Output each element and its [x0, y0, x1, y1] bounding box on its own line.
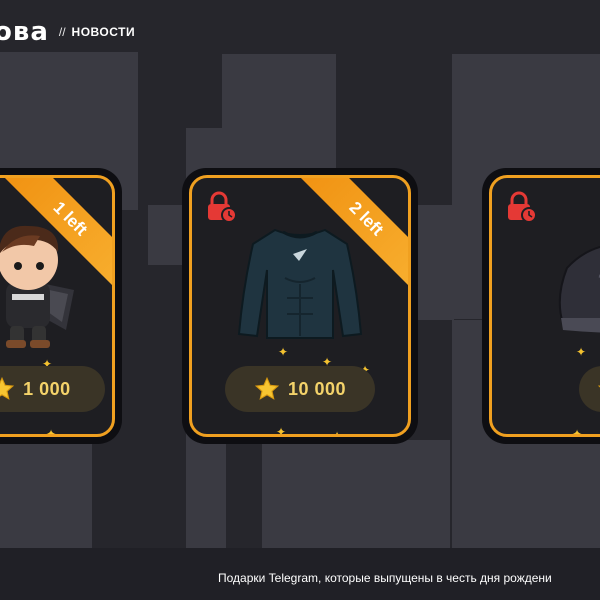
star-icon — [254, 376, 280, 400]
gift-card: 1 left ✦ ✦ ✦ — [0, 168, 122, 444]
sparkle-icon: ✦ — [572, 427, 583, 437]
sparkle-icon: ✦ — [46, 427, 57, 437]
gift-card-frame: 1 left ✦ ✦ ✦ — [0, 175, 115, 437]
bg-block — [414, 205, 454, 320]
gift-card-frame: ✦ ✦ 16 — [489, 175, 600, 437]
lock-clock-icon — [208, 191, 237, 223]
bg-block — [0, 440, 92, 548]
gift-card: 2 left ✦ ✦ ✦ ✦ ✦ 10 000 — [182, 168, 418, 444]
price-pill[interactable]: 1 000 — [0, 366, 105, 412]
breadcrumb-section[interactable]: НОВОСТИ — [72, 25, 136, 39]
gift-card: ✦ ✦ 16 — [482, 168, 600, 444]
price-label: 10 000 — [287, 378, 347, 399]
sneaker-icon — [558, 245, 600, 333]
site-logo[interactable]: ова — [0, 17, 49, 47]
sparkle-icon: ✦ — [276, 425, 287, 437]
breadcrumb-separator: // — [58, 25, 66, 39]
price-pill[interactable]: 16 — [579, 366, 600, 412]
lock-clock-icon — [508, 191, 537, 223]
star-icon — [0, 376, 15, 400]
sparkle-icon: ✦ — [278, 345, 289, 359]
news-hero-image: ова // НОВОСТИ 1 left ✦ ✦ 1 000 2 left ✦… — [0, 0, 600, 600]
longsleeve-shirt-icon — [237, 228, 363, 339]
sparkle-icon: ✦ — [332, 429, 343, 437]
bg-block — [540, 440, 600, 548]
bg-block — [262, 440, 450, 548]
price-label: 1 000 — [23, 378, 71, 399]
sparkle-icon: ✦ — [576, 345, 587, 359]
image-caption: Подарки Telegram, которые выпущены в чес… — [218, 571, 552, 585]
gift-card-frame: 2 left ✦ ✦ ✦ ✦ ✦ 10 000 — [189, 175, 411, 437]
price-pill[interactable]: 10 000 — [225, 366, 375, 412]
site-header: ова // НОВОСТИ — [0, 14, 135, 50]
hero-figurine-icon — [0, 225, 75, 348]
